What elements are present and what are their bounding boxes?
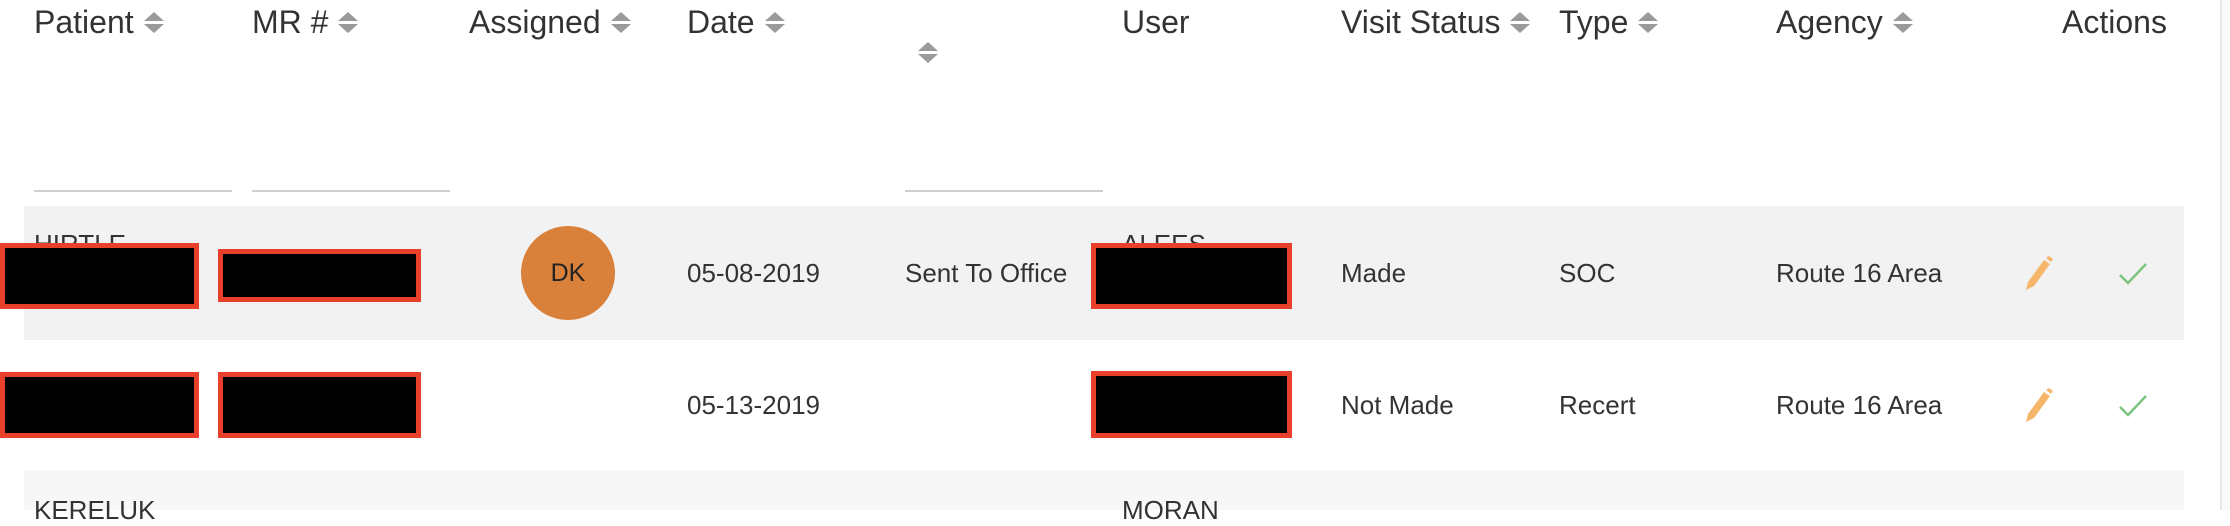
header-agency[interactable]: Agency xyxy=(1776,2,1913,42)
sort-icon[interactable] xyxy=(918,42,938,63)
sent-filter-input[interactable] xyxy=(905,190,1103,192)
scrollbar[interactable] xyxy=(2220,0,2230,510)
user: MORAN xyxy=(1122,495,1219,525)
avatar: DK xyxy=(521,226,615,320)
date: 05-08-2019 xyxy=(687,258,820,288)
sort-icon[interactable] xyxy=(143,11,164,33)
patient-name: KERELUK xyxy=(34,495,156,525)
header-assigned[interactable]: Assigned xyxy=(469,2,631,42)
header-patient[interactable]: Patient xyxy=(34,2,164,42)
redaction xyxy=(1091,243,1292,309)
header-label: Date xyxy=(687,4,755,40)
header-label: Actions xyxy=(2062,4,2167,40)
header-label: User xyxy=(1122,4,1190,40)
avatar-initials: DK xyxy=(550,258,586,287)
mr-filter-input[interactable] xyxy=(252,190,450,192)
date: 05-13-2019 xyxy=(687,390,820,420)
redaction xyxy=(0,243,199,309)
redaction xyxy=(218,372,421,438)
sort-icon[interactable] xyxy=(764,11,785,33)
header-mr[interactable]: MR # xyxy=(252,2,359,42)
header-label: Patient xyxy=(34,4,134,40)
agency: Route 16 Area xyxy=(1776,390,1943,420)
patient-filter-input[interactable] xyxy=(34,190,232,192)
visit-status: Made xyxy=(1341,258,1407,288)
sort-icon[interactable] xyxy=(1510,11,1531,33)
table-row[interactable] xyxy=(24,470,2184,510)
visit-type: Recert xyxy=(1559,390,1636,420)
agency: Route 16 Area xyxy=(1776,258,1943,288)
sort-icon[interactable] xyxy=(1638,11,1659,33)
header-actions: Actions xyxy=(2062,2,2167,42)
check-icon[interactable] xyxy=(2118,262,2148,286)
sort-icon[interactable] xyxy=(1892,11,1913,33)
visit-status: Not Made xyxy=(1341,390,1454,420)
header-visit-status[interactable]: Visit Status xyxy=(1341,2,1531,42)
sort-icon[interactable] xyxy=(610,11,631,33)
redaction xyxy=(0,372,199,438)
redaction xyxy=(1091,371,1292,438)
header-label: Agency xyxy=(1776,4,1883,40)
check-icon[interactable] xyxy=(2118,394,2148,418)
pencil-icon[interactable] xyxy=(2022,256,2054,292)
header-sent[interactable] xyxy=(908,42,938,63)
header-label: Visit Status xyxy=(1341,4,1501,40)
header-label: Assigned xyxy=(469,4,601,40)
header-label: MR # xyxy=(252,4,329,40)
pencil-icon[interactable] xyxy=(2022,388,2054,424)
header-user: User xyxy=(1122,2,1190,42)
sort-icon[interactable] xyxy=(338,11,359,33)
header-type[interactable]: Type xyxy=(1559,2,1659,42)
header-date[interactable]: Date xyxy=(687,2,785,42)
visit-type: SOC xyxy=(1559,258,1616,288)
redaction xyxy=(218,249,421,302)
header-label: Type xyxy=(1559,4,1629,40)
sent-status: Sent To Office xyxy=(905,258,1068,288)
